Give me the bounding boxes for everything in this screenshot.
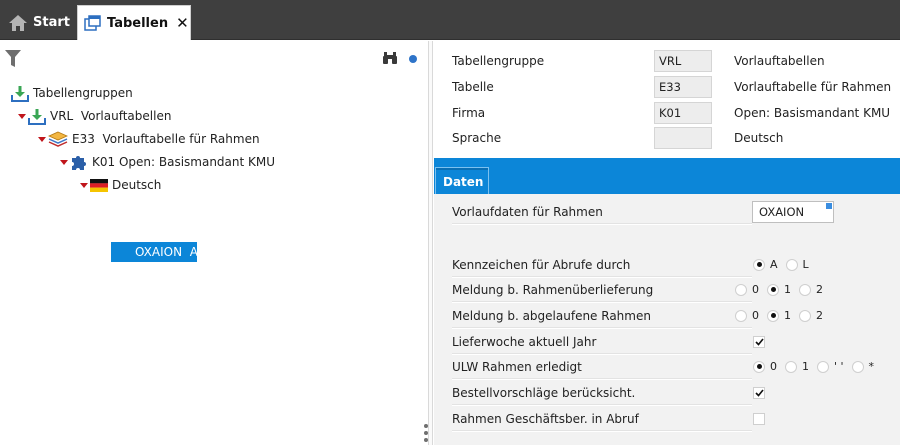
- field-label: Bestellvorschläge berücksicht.: [452, 385, 636, 400]
- tab-tabellen-label: Tabellen: [107, 15, 169, 31]
- dropdown-marker-icon: [826, 202, 832, 209]
- tree-node-deutsch[interactable]: Deutsch: [79, 175, 161, 195]
- field-description: Vorlauftabellen: [734, 54, 825, 68]
- field-tabelle: Tabelle E33 Vorlauftabelle für Rahmen: [452, 76, 891, 98]
- meldung-abgelaufen-radio-group: 0 1 2: [735, 309, 831, 322]
- window-icon: [84, 15, 102, 31]
- row-lieferwoche: Lieferwoche aktuell Jahr: [452, 330, 765, 354]
- code-field: E33: [654, 76, 712, 98]
- vorlaufdaten-select[interactable]: OXAION: [752, 200, 834, 223]
- field-label: Tabellengruppe: [452, 54, 545, 68]
- field-label: Meldung b. abgelaufene Rahmen: [452, 308, 651, 323]
- field-label: Rahmen Geschäftsber. in Abruf: [452, 411, 639, 426]
- field-label: ULW Rahmen erledigt: [452, 359, 582, 374]
- expand-triangle-icon[interactable]: [37, 134, 47, 144]
- field-description: Deutsch: [734, 131, 784, 145]
- radio-option-l[interactable]: L: [785, 258, 809, 271]
- german-flag-icon: [90, 178, 108, 192]
- tree-node-tabellengruppen[interactable]: Tabellengruppen: [10, 83, 133, 103]
- tab-start-label: Start: [33, 15, 70, 30]
- splitter-grip-icon[interactable]: [424, 431, 428, 435]
- radio-option-1[interactable]: 1: [767, 309, 791, 322]
- binoculars-icon[interactable]: [382, 52, 398, 68]
- tree-node-k01[interactable]: K01 Open: Basismandant KMU: [59, 152, 275, 172]
- field-description: Vorlauftabelle für Rahmen: [734, 80, 892, 94]
- tree-panel: Tabellengruppen VRL Vorlauftabellen E33 …: [0, 41, 427, 445]
- tree-toolbar: [0, 41, 427, 71]
- expand-triangle-icon[interactable]: [59, 157, 69, 167]
- download-icon: [28, 108, 46, 125]
- tree-node-vrl[interactable]: VRL Vorlauftabellen: [17, 106, 171, 126]
- radio-option-2[interactable]: 2: [799, 309, 823, 322]
- row-bestellvorschlaege: Bestellvorschläge berücksicht.: [452, 381, 765, 405]
- radio-option-0[interactable]: 0: [753, 360, 777, 373]
- field-description: Open: Basismandant KMU: [734, 106, 891, 120]
- close-icon[interactable]: ✕: [176, 15, 189, 31]
- field-label: Kennzeichen für Abrufe durch: [452, 257, 631, 272]
- field-label: Meldung b. Rahmenüberlieferung: [452, 282, 654, 297]
- table-layers-icon: [48, 131, 68, 147]
- code-field: [654, 127, 712, 149]
- radio-option-2[interactable]: 2: [799, 283, 823, 296]
- section-body: Vorlaufdaten für Rahmen OXAION Kennzeich…: [434, 194, 900, 445]
- field-sprache: Sprache Deutsch: [452, 127, 783, 149]
- row-rahmen-geschaeftsber: Rahmen Geschäftsber. in Abruf: [452, 407, 765, 431]
- home-icon: [8, 14, 28, 32]
- tab-bar: Start Tabellen ✕: [0, 0, 900, 40]
- field-firma: Firma K01 Open: Basismandant KMU: [452, 102, 890, 124]
- row-vorlaufdaten: Vorlaufdaten für Rahmen OXAION: [452, 200, 834, 224]
- radio-option-1[interactable]: 1: [785, 360, 809, 373]
- tree-node-label: E33 Vorlauftabelle für Rahmen: [72, 132, 260, 146]
- tree-node-selected[interactable]: OXAION A: [111, 242, 198, 262]
- tab-tabellen[interactable]: Tabellen ✕: [77, 5, 191, 40]
- radio-option-0[interactable]: 0: [735, 283, 759, 296]
- tree-node-label: K01 Open: Basismandant KMU: [92, 155, 276, 169]
- kennzeichen-radio-group: A L: [753, 258, 817, 271]
- field-tabellengruppe: Tabellengruppe VRL Vorlauftabellen: [452, 50, 825, 72]
- radio-option-1[interactable]: 1: [767, 283, 791, 296]
- tree-node-label: Tabellengruppen: [33, 86, 133, 100]
- field-label: Firma: [452, 106, 486, 120]
- filter-icon[interactable]: [5, 50, 21, 71]
- tab-start[interactable]: Start: [8, 5, 70, 40]
- radio-option-0[interactable]: 0: [735, 309, 759, 322]
- tab-daten[interactable]: Daten: [435, 167, 489, 195]
- detail-panel: Tabellengruppe VRL Vorlauftabellen Tabel…: [434, 41, 900, 445]
- select-value: OXAION: [759, 204, 805, 219]
- status-dot-icon[interactable]: [409, 55, 417, 63]
- field-label: Vorlaufdaten für Rahmen: [452, 204, 603, 219]
- code-field: VRL: [654, 50, 712, 72]
- splitter-grip-icon[interactable]: [424, 424, 428, 428]
- row-meldung-abgelaufen: Meldung b. abgelaufene Rahmen 0 1 2: [452, 304, 823, 328]
- expand-triangle-icon[interactable]: [17, 111, 27, 121]
- row-meldung-ueberlieferung: Meldung b. Rahmenüberlieferung 0 1 2: [452, 278, 823, 302]
- meldung-ueber-radio-group: 0 1 2: [735, 283, 831, 296]
- expand-triangle-icon[interactable]: [79, 180, 89, 190]
- rahmen-gb-checkbox[interactable]: [753, 412, 765, 425]
- row-ulw: ULW Rahmen erledigt 0 1 ' ' *: [452, 355, 874, 379]
- tree-node-e33[interactable]: E33 Vorlauftabelle für Rahmen: [37, 129, 260, 149]
- bestell-checkbox[interactable]: [753, 386, 765, 399]
- radio-option-blank[interactable]: ' ': [817, 360, 844, 373]
- section-tab-bar: Daten: [434, 158, 900, 195]
- radio-option-star[interactable]: *: [851, 360, 874, 373]
- field-label: Sprache: [452, 131, 502, 145]
- lieferwoche-checkbox[interactable]: [753, 335, 765, 348]
- splitter-grip-icon[interactable]: [424, 438, 428, 442]
- panel-splitter[interactable]: [428, 41, 433, 445]
- row-kennzeichen: Kennzeichen für Abrufe durch A L: [452, 253, 809, 277]
- tree-node-label: VRL Vorlauftabellen: [50, 109, 172, 123]
- ulw-radio-group: 0 1 ' ' *: [753, 360, 882, 373]
- code-field: K01: [654, 102, 712, 124]
- tree-node-label: Deutsch: [112, 178, 162, 192]
- download-icon: [11, 85, 29, 102]
- radio-option-a[interactable]: A: [753, 258, 778, 271]
- puzzle-icon: [70, 153, 88, 171]
- field-label: Lieferwoche aktuell Jahr: [452, 334, 597, 349]
- field-label: Tabelle: [452, 80, 494, 94]
